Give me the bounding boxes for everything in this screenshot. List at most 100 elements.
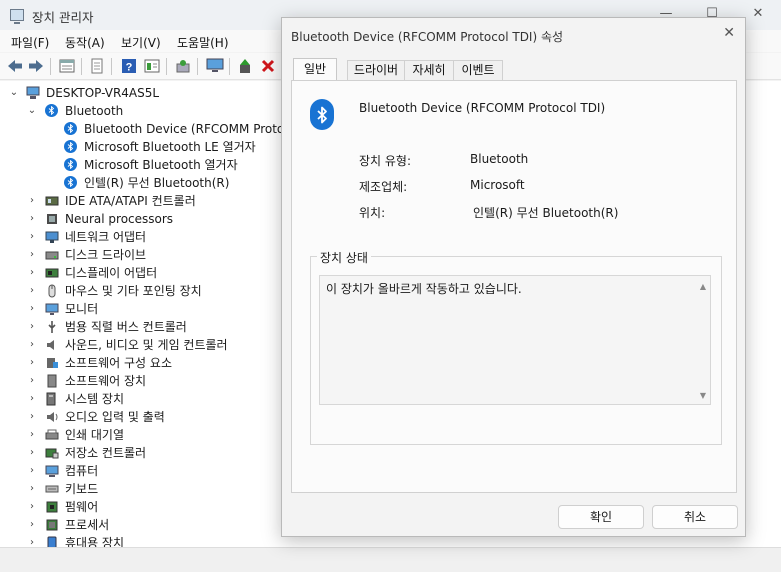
expand-chevron-icon[interactable]: › [27, 336, 37, 354]
tree-item-category[interactable]: › 범용 직렬 버스 컨트롤러 [0, 318, 285, 336]
expand-chevron-icon[interactable]: › [27, 282, 37, 300]
tree-item-category[interactable]: › 펌웨어 [0, 498, 285, 516]
tree-item-bluetooth-device[interactable]: Microsoft Bluetooth 열거자 [0, 156, 285, 174]
close-icon[interactable]: ✕ [723, 25, 735, 41]
tree-item-category[interactable]: › IDE ATA/ATAPI 컨트롤러 [0, 192, 285, 210]
disk-drive-icon [45, 248, 59, 262]
category-label: 키보드 [65, 482, 99, 496]
menu-help[interactable]: 도움말(H) [177, 34, 229, 51]
tree-item-bluetooth-device[interactable]: 인텔(R) 무선 Bluetooth(R) [0, 174, 285, 192]
category-label: 마우스 및 기타 포인팅 장치 [65, 284, 202, 298]
scroll-down-icon[interactable]: ▼ [700, 391, 706, 400]
expand-chevron-icon[interactable]: › [27, 228, 37, 246]
expand-chevron-icon[interactable]: › [27, 426, 37, 444]
menu-view[interactable]: 보기(V) [121, 34, 161, 51]
printer-icon [45, 428, 59, 442]
category-label: 시스템 장치 [65, 392, 125, 406]
scan-hardware-icon[interactable] [174, 57, 192, 75]
speaker-icon [45, 338, 59, 352]
view-icon[interactable] [143, 57, 161, 75]
tree-item-category[interactable]: › 사운드, 비디오 및 게임 컨트롤러 [0, 336, 285, 354]
tree-item-bluetooth-device[interactable]: Bluetooth Device (RFCOMM Protoco [0, 120, 298, 138]
tree-root[interactable]: ⌄ DESKTOP-VR4AS5L [0, 84, 300, 102]
forward-arrow-icon[interactable] [27, 57, 45, 75]
tree-item-category[interactable]: › 휴대용 장치 [0, 534, 285, 547]
tree-item-category[interactable]: › 마우스 및 기타 포인팅 장치 [0, 282, 285, 300]
expand-chevron-icon[interactable]: › [27, 534, 37, 547]
back-arrow-icon[interactable] [6, 57, 24, 75]
tree-item-category[interactable]: › 프로세서 [0, 516, 285, 534]
status-text: 이 장치가 올바르게 작동하고 있습니다. [326, 282, 522, 296]
location-value: 인텔(R) 무선 Bluetooth(R) [473, 206, 619, 220]
device-manager-icon [10, 9, 24, 24]
menu-file[interactable]: 파일(F) [11, 34, 49, 51]
collapse-chevron-icon[interactable]: ⌄ [9, 84, 19, 102]
tree-item-category[interactable]: › 오디오 입력 및 출력 [0, 408, 285, 426]
category-label: 인쇄 대기열 [65, 428, 125, 442]
tab-general[interactable]: 일반 [293, 58, 337, 80]
expand-chevron-icon[interactable]: › [27, 408, 37, 426]
usb-icon [45, 320, 59, 334]
expand-chevron-icon[interactable]: › [27, 354, 37, 372]
tab-driver[interactable]: 드라이버 [347, 60, 405, 80]
scroll-up-icon[interactable]: ▲ [700, 282, 706, 291]
manufacturer-label: 제조업체: [359, 180, 408, 194]
expand-chevron-icon[interactable]: › [27, 372, 37, 390]
device-label: Microsoft Bluetooth LE 열거자 [84, 140, 256, 154]
update-driver-icon[interactable] [236, 57, 254, 75]
category-label: 저장소 컨트롤러 [65, 446, 147, 460]
expand-chevron-icon[interactable]: › [27, 444, 37, 462]
monitor-toolbar-icon[interactable] [206, 57, 224, 75]
tree-item-category[interactable]: › 키보드 [0, 480, 285, 498]
menu-action[interactable]: 동작(A) [65, 34, 105, 51]
window-title: 장치 관리자 [32, 10, 94, 25]
general-tab-panel: Bluetooth Device (RFCOMM Protocol TDI) 장… [291, 80, 737, 493]
expand-chevron-icon[interactable]: › [27, 390, 37, 408]
help-icon[interactable]: ? [120, 57, 138, 75]
device-type-label: 장치 유형: [359, 154, 412, 168]
tree-item-category[interactable]: › 소프트웨어 장치 [0, 372, 285, 390]
expand-chevron-icon[interactable]: › [27, 480, 37, 498]
device-label: 인텔(R) 무선 Bluetooth(R) [84, 176, 230, 190]
tree-item-category[interactable]: › Neural processors [0, 210, 285, 228]
close-window-button[interactable]: ✕ [748, 6, 768, 24]
expand-chevron-icon[interactable]: › [27, 210, 37, 228]
device-status-group: 장치 상태 이 장치가 올바르게 작동하고 있습니다. ▲ ▼ [310, 249, 722, 445]
expand-chevron-icon[interactable]: › [27, 318, 37, 336]
document-icon[interactable] [88, 57, 106, 75]
tree-item-category[interactable]: › 네트워크 어댑터 [0, 228, 285, 246]
svg-text:?: ? [126, 62, 133, 74]
properties-dialog: Bluetooth Device (RFCOMM Protocol TDI) 속… [281, 17, 746, 537]
expand-chevron-icon[interactable]: › [27, 498, 37, 516]
expand-chevron-icon[interactable]: › [27, 462, 37, 480]
tree-item-category[interactable]: › 디스크 드라이브 [0, 246, 285, 264]
ok-button[interactable]: 확인 [558, 505, 644, 529]
tree-item-category[interactable]: › 시스템 장치 [0, 390, 285, 408]
tree-item-category[interactable]: › 모니터 [0, 300, 285, 318]
expand-chevron-icon[interactable]: › [27, 246, 37, 264]
ide-controller-icon [45, 194, 59, 208]
expand-chevron-icon[interactable]: › [27, 264, 37, 282]
horizontal-scrollbar[interactable] [0, 547, 781, 572]
tree-item-category[interactable]: › 인쇄 대기열 [0, 426, 285, 444]
expand-chevron-icon[interactable]: › [27, 192, 37, 210]
tree-item-category[interactable]: › 저장소 컨트롤러 [0, 444, 285, 462]
status-textbox[interactable]: 이 장치가 올바르게 작동하고 있습니다. ▲ ▼ [319, 275, 711, 405]
cancel-button[interactable]: 취소 [652, 505, 738, 529]
tree-item-category[interactable]: › 소프트웨어 구성 요소 [0, 354, 285, 372]
neural-processor-icon [45, 212, 59, 226]
tab-events[interactable]: 이벤트 [453, 60, 503, 80]
tree-item-bluetooth-device[interactable]: Microsoft Bluetooth LE 열거자 [0, 138, 285, 156]
collapse-chevron-icon[interactable]: ⌄ [27, 102, 37, 120]
storage-controller-icon [45, 446, 59, 460]
uninstall-icon[interactable] [259, 57, 277, 75]
tree-item-category[interactable]: › 컴퓨터 [0, 462, 285, 480]
category-label: 모니터 [65, 302, 99, 316]
expand-chevron-icon[interactable]: › [27, 300, 37, 318]
tree-item-bluetooth[interactable]: ⌄ Bluetooth [0, 102, 300, 120]
category-label: 펌웨어 [65, 500, 99, 514]
expand-chevron-icon[interactable]: › [27, 516, 37, 534]
tree-item-category[interactable]: › 디스플레이 어댑터 [0, 264, 285, 282]
tab-details[interactable]: 자세히 [404, 60, 454, 80]
properties-grid-icon[interactable] [58, 57, 76, 75]
